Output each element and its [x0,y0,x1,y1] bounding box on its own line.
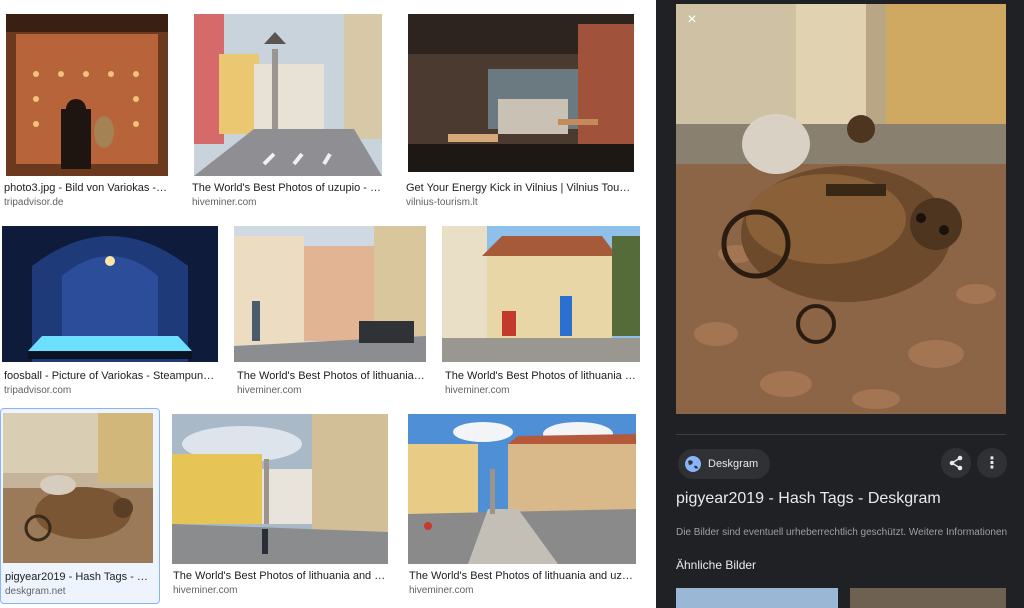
preview-title[interactable]: pigyear2019 - Hash Tags - Deskgram [676,490,941,508]
result-thumbnail[interactable] [172,414,388,564]
result-card[interactable]: The World's Best Photos of lithuania an.… [440,224,642,400]
result-caption[interactable]: photo3.jpg - Bild von Variokas - Ste... [4,182,170,194]
result-card-selected[interactable]: pigyear2019 - Hash Tags - Des... deskgra… [0,408,160,604]
vilnius-street-image [234,226,426,362]
result-caption[interactable]: The World's Best Photos of lithuania an.… [237,370,425,382]
share-icon [949,455,963,471]
result-source: hiveminer.com [445,385,510,396]
cafe-interior-image [408,14,634,172]
angel-square-image [172,414,388,564]
similar-image[interactable] [676,588,838,608]
result-card[interactable]: The World's Best Photos of lithuania and… [406,412,638,602]
result-card[interactable]: The World's Best Photos of lithuania and… [170,412,390,602]
result-thumbnail[interactable] [2,226,218,362]
share-button[interactable] [941,448,971,478]
more-options-button[interactable]: ⋮ [977,448,1007,478]
preview-image[interactable] [676,4,1006,414]
divider [676,434,1006,435]
result-thumbnail[interactable] [442,226,640,362]
result-source: hiveminer.com [192,197,257,208]
result-source: hiveminer.com [409,585,474,596]
result-source: tripadvisor.de [4,197,64,208]
result-caption[interactable]: pigyear2019 - Hash Tags - Des... [5,571,155,583]
courtyard-image [442,226,640,362]
result-source: hiveminer.com [237,385,302,396]
pig-sculpture-thumbnail [3,413,153,563]
similar-image[interactable] [850,588,1006,608]
result-caption[interactable]: Get Your Energy Kick in Vilnius | Vilniu… [406,182,632,194]
result-thumbnail[interactable] [3,413,153,563]
result-caption[interactable]: The World's Best Photos of uzupio - Flic… [192,182,382,194]
copyright-notice: Die Bilder sind eventuell urheberrechtli… [676,527,1008,538]
result-thumbnail[interactable] [6,14,168,176]
result-caption[interactable]: The World's Best Photos of lithuania and… [409,570,635,582]
result-thumbnail[interactable] [194,14,382,176]
steampunk-bar-image [6,14,168,176]
close-icon[interactable]: × [682,10,702,30]
source-site-chip[interactable]: Deskgram [678,449,771,479]
foosball-room-image [2,226,218,362]
pig-sculpture-image [676,4,1006,414]
aerial-square-image [408,414,636,564]
more-vert-icon: ⋮ [984,455,1000,472]
uzupis-street-image [194,14,382,176]
result-source: deskgram.net [5,586,66,597]
result-thumbnail[interactable] [408,414,636,564]
result-source: vilnius-tourism.lt [406,197,478,208]
result-thumbnail[interactable] [408,14,634,172]
result-card[interactable]: photo3.jpg - Bild von Variokas - Ste... … [4,12,170,212]
image-results-grid: photo3.jpg - Bild von Variokas - Ste... … [0,0,656,608]
result-caption[interactable]: The World's Best Photos of lithuania an.… [445,370,639,382]
result-source: hiveminer.com [173,585,238,596]
source-site-name: Deskgram [708,458,759,470]
result-card[interactable]: Get Your Energy Kick in Vilnius | Vilniu… [406,12,636,212]
result-card[interactable]: foosball - Picture of Variokas - Steampu… [0,224,220,400]
similar-images-heading: Ähnliche Bilder [676,558,757,572]
result-card[interactable]: The World's Best Photos of lithuania an.… [232,224,428,400]
result-caption[interactable]: foosball - Picture of Variokas - Steampu… [4,370,216,382]
image-preview-panel: × Deskgram ⋮ pigyear2019 - Hash Tags - D… [656,0,1024,608]
result-caption[interactable]: The World's Best Photos of lithuania and… [173,570,387,582]
more-info-link[interactable]: Weitere Informationen [909,527,1007,538]
result-source: tripadvisor.com [4,385,72,396]
result-thumbnail[interactable] [234,226,426,362]
result-card[interactable]: The World's Best Photos of uzupio - Flic… [192,12,384,212]
globe-icon [685,456,701,472]
